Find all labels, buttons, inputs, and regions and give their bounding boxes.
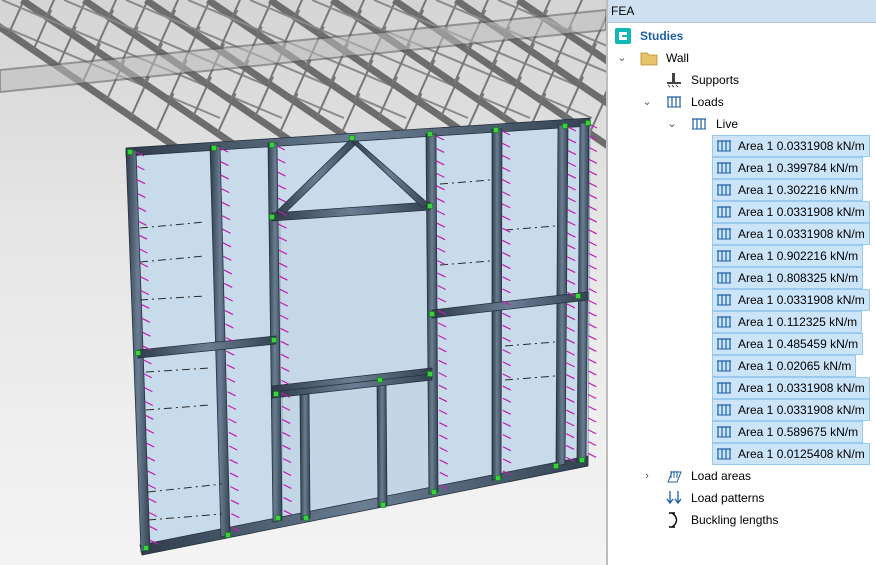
tree-item-live-load[interactable]: Area 1 0.0331908 kN/m (712, 377, 870, 399)
distributed-load-icon (716, 402, 732, 418)
distributed-load-icon (666, 94, 682, 110)
tree-item-buckling-lengths[interactable]: Buckling lengths (666, 509, 866, 531)
chevron-down-icon[interactable]: ⌄ (641, 91, 653, 113)
tree-item-load-areas[interactable]: › Load areas (641, 465, 861, 487)
tree-item-load-patterns[interactable]: Load patterns (666, 487, 866, 509)
tree-label-live: Live (716, 117, 739, 131)
distributed-load-icon (716, 314, 732, 330)
support-icon (666, 72, 682, 88)
chevron-down-icon[interactable]: ⌄ (666, 113, 678, 135)
tree-label-live-load: Area 1 0.112325 kN/m (738, 315, 858, 329)
tree-item-live-load[interactable]: Area 1 0.302216 kN/m (712, 179, 864, 201)
tree-label-live-load: Area 1 0.0331908 kN/m (738, 293, 865, 307)
tree-item-live-load[interactable]: Area 1 0.02065 kN/m (712, 355, 857, 377)
distributed-load-icon (716, 292, 732, 308)
tree-label-live-load: Area 1 0.0331908 kN/m (738, 403, 865, 417)
distributed-load-icon (716, 446, 732, 462)
distributed-load-icon (716, 336, 732, 352)
tree-label-live-load: Area 1 0.0331908 kN/m (738, 139, 865, 153)
studies-icon (614, 27, 631, 44)
load-pattern-icon (666, 490, 682, 506)
tree-item-live-load[interactable]: Area 1 0.589675 kN/m (712, 421, 864, 443)
distributed-load-icon (716, 424, 732, 440)
distributed-load-icon (716, 182, 732, 198)
tree-item-live-load[interactable]: Area 1 0.0331908 kN/m (712, 223, 870, 245)
window-opening (279, 204, 429, 391)
fea-panel: FEA Studies ⌄ Wall Supports ⌄ Loads ⌄ Li… (608, 0, 876, 565)
tree-label-live-load: Area 1 0.0331908 kN/m (738, 381, 865, 395)
wall-frame-model (0, 0, 606, 556)
tree-item-live-load[interactable]: Area 1 0.485459 kN/m (712, 333, 864, 355)
tree-item-wall[interactable]: ⌄ Wall (616, 47, 866, 69)
distributed-load-icon (716, 358, 732, 374)
chevron-down-icon[interactable]: ⌄ (616, 47, 628, 69)
tree-item-live-load[interactable]: Area 1 0.0331908 kN/m (712, 201, 870, 223)
3d-model-viewport[interactable] (0, 0, 606, 565)
distributed-load-icon (716, 160, 732, 176)
tree-label-live-load: Area 1 0.485459 kN/m (738, 337, 859, 351)
tree-label-loads: Loads (691, 95, 724, 109)
distributed-load-icon (716, 138, 732, 154)
tree-label-live-load: Area 1 0.0125408 kN/m (738, 447, 865, 461)
tree-item-loads[interactable]: ⌄ Loads (641, 91, 861, 113)
tree-label-load-areas: Load areas (691, 469, 752, 483)
tree-label-buckling-lengths: Buckling lengths (691, 513, 779, 527)
tree-label-supports: Supports (691, 73, 740, 87)
chevron-right-icon[interactable]: › (641, 465, 653, 487)
panel-title: FEA (608, 0, 876, 23)
distributed-load-icon (691, 116, 707, 132)
tree-item-supports[interactable]: Supports (666, 69, 866, 91)
tree-item-studies[interactable]: Studies (614, 25, 864, 47)
tree-item-live-load[interactable]: Area 1 0.399784 kN/m (712, 157, 864, 179)
tree-label-wall: Wall (666, 51, 689, 65)
buckling-icon (666, 512, 682, 528)
tree-label-live-load: Area 1 0.589675 kN/m (738, 425, 859, 439)
tree-item-live-load[interactable]: Area 1 0.902216 kN/m (712, 245, 864, 267)
distributed-load-icon (716, 204, 732, 220)
distributed-load-icon (716, 380, 732, 396)
tree-label-studies: Studies (640, 29, 684, 43)
folder-icon (640, 50, 658, 66)
tree-label-load-patterns: Load patterns (691, 491, 765, 505)
distributed-load-icon (716, 270, 732, 286)
load-area-icon (666, 468, 682, 484)
tree-label-live-load: Area 1 0.902216 kN/m (738, 249, 859, 263)
distributed-load-icon (716, 248, 732, 264)
tree-item-live-load[interactable]: Area 1 0.112325 kN/m (712, 311, 863, 333)
tree-item-live-load[interactable]: Area 1 0.0331908 kN/m (712, 399, 870, 421)
tree-item-live[interactable]: ⌄ Live (666, 113, 866, 135)
tree-label-live-load: Area 1 0.0331908 kN/m (738, 205, 865, 219)
tree-label-live-load: Area 1 0.02065 kN/m (738, 359, 852, 373)
tree-item-live-load[interactable]: Area 1 0.0331908 kN/m (712, 289, 870, 311)
tree-label-live-load: Area 1 0.399784 kN/m (738, 161, 859, 175)
tree-label-live-load: Area 1 0.0331908 kN/m (738, 227, 865, 241)
distributed-load-icon (716, 226, 732, 242)
tree-item-live-load[interactable]: Area 1 0.0125408 kN/m (712, 443, 870, 465)
tree-item-live-load[interactable]: Area 1 0.808325 kN/m (712, 267, 864, 289)
tree-label-live-load: Area 1 0.302216 kN/m (738, 183, 859, 197)
tree-label-live-load: Area 1 0.808325 kN/m (738, 271, 859, 285)
tree-item-live-load[interactable]: Area 1 0.0331908 kN/m (712, 135, 870, 157)
